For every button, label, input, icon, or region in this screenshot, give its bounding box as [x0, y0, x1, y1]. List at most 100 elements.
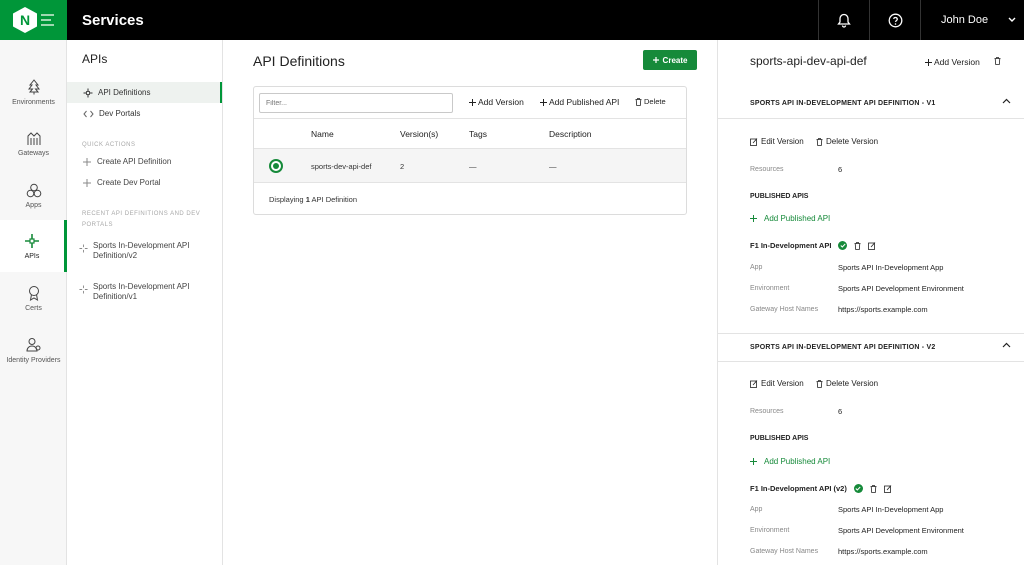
check-circle-icon — [853, 484, 863, 493]
app-label: App — [750, 506, 763, 513]
top-bar: N Services John Doe — [0, 0, 1024, 40]
quick-action-create-dev-portal[interactable]: Create Dev Portal — [83, 178, 161, 187]
rail-item-certs[interactable]: Certs — [0, 272, 67, 324]
nginx-logo-icon: N — [13, 7, 37, 33]
column-versions[interactable]: Version(s) — [400, 129, 438, 139]
cell-versions: 2 — [400, 162, 405, 171]
trash-icon — [816, 137, 823, 146]
help-button[interactable] — [869, 0, 920, 40]
gateway-host-label: Gateway Host Names — [750, 548, 819, 555]
edit-version-v2-button[interactable]: Edit Version — [750, 379, 804, 388]
recent-item-v1[interactable]: Sports In-Development API Definition/v1 — [79, 282, 190, 302]
recent-item-v2[interactable]: Sports In-Development API Definition/v2 — [79, 241, 190, 261]
app-label: App — [750, 264, 763, 271]
create-button[interactable]: Create — [643, 50, 697, 70]
apps-icon — [26, 183, 41, 198]
api-definitions-table: Add Version Add Published API Delete Nam… — [253, 86, 687, 215]
code-icon — [83, 110, 94, 117]
environment-label: Environment — [750, 285, 790, 292]
filter-input[interactable] — [259, 93, 453, 113]
gateway-icon — [27, 132, 40, 145]
resources-label: Resources — [750, 166, 784, 173]
section-title: APIs — [82, 52, 108, 66]
tree-icon — [27, 78, 40, 94]
row-select-radio[interactable] — [269, 159, 283, 173]
chevron-up-icon[interactable] — [1002, 98, 1011, 104]
api-icon — [79, 244, 88, 253]
cert-icon — [28, 285, 39, 301]
plus-icon — [469, 98, 476, 106]
version-section-header-v2[interactable]: SPORTS API IN-DEVELOPMENT API DEFINITION… — [718, 333, 1024, 362]
trash-icon — [816, 379, 823, 388]
edit-icon[interactable] — [883, 484, 892, 493]
published-api-v1: F1 In-Development API — [750, 241, 876, 250]
column-tags[interactable]: Tags — [469, 129, 487, 139]
table-header: Name Version(s) Tags Description — [254, 119, 686, 149]
identity-icon — [25, 337, 40, 351]
table-row[interactable]: sports-dev-api-def 2 — — — [254, 149, 686, 183]
rail-item-environments[interactable]: Environments — [0, 66, 67, 118]
quick-action-create-api-definition[interactable]: Create API Definition — [83, 157, 171, 166]
published-apis-label: PUBLISHED APIS — [750, 435, 809, 442]
detail-delete-button[interactable] — [994, 57, 1001, 65]
table-footer: Displaying 1 API Definition — [269, 195, 357, 204]
api-icon — [25, 233, 39, 248]
trash-icon[interactable] — [854, 241, 861, 250]
delete-version-v1-button[interactable]: Delete Version — [816, 137, 878, 146]
delete-version-v2-button[interactable]: Delete Version — [816, 379, 878, 388]
edit-icon[interactable] — [868, 241, 876, 250]
api-icon — [79, 285, 88, 294]
delete-button[interactable]: Delete — [635, 97, 666, 106]
environment-value: Sports API Development Environment — [838, 284, 964, 293]
rail-item-identity-providers[interactable]: Identity Providers — [0, 324, 67, 376]
rail-item-apis[interactable]: APIs — [0, 220, 67, 272]
detail-panel: sports-api-dev-api-def Add Version SPORT… — [717, 40, 1024, 565]
add-published-api-v1-link[interactable]: Add Published API — [750, 214, 830, 223]
cell-name: sports-dev-api-def — [311, 162, 372, 171]
page-title: API Definitions — [253, 53, 345, 69]
add-version-button[interactable]: Add Version — [469, 97, 524, 107]
user-name: John Doe — [941, 14, 989, 26]
chevron-up-icon[interactable] — [1002, 342, 1011, 348]
plus-icon — [750, 215, 757, 222]
column-description[interactable]: Description — [549, 129, 592, 139]
version-section-header-v1[interactable]: SPORTS API IN-DEVELOPMENT API DEFINITION… — [718, 90, 1024, 119]
plus-icon — [83, 178, 91, 187]
menu-lines-icon — [41, 14, 54, 26]
environment-label: Environment — [750, 527, 790, 534]
add-published-api-button[interactable]: Add Published API — [540, 97, 619, 107]
rail-item-apps[interactable]: Apps — [0, 170, 67, 222]
edit-icon — [750, 379, 758, 388]
detail-title: sports-api-dev-api-def — [750, 54, 867, 68]
brand-logo[interactable]: N — [0, 0, 67, 40]
gateway-host-value: https://sports.example.com — [838, 305, 928, 314]
main-content: API Definitions Create Add Version Add P… — [223, 40, 717, 565]
table-toolbar: Add Version Add Published API Delete — [254, 87, 686, 119]
help-icon — [888, 13, 902, 27]
check-circle-icon — [838, 241, 848, 250]
app-value: Sports API In-Development App — [838, 263, 944, 272]
plus-icon — [750, 458, 757, 465]
gateway-host-value: https://sports.example.com — [838, 547, 928, 556]
chevron-down-icon — [1008, 17, 1016, 22]
trash-icon[interactable] — [870, 484, 877, 493]
edit-version-v1-button[interactable]: Edit Version — [750, 137, 804, 146]
plus-icon — [83, 157, 91, 166]
resources-label: Resources — [750, 408, 784, 415]
nav-item-api-definitions[interactable]: API Definitions — [67, 82, 222, 103]
environment-value: Sports API Development Environment — [838, 526, 964, 535]
trash-icon — [994, 57, 1001, 65]
notifications-button[interactable] — [818, 0, 869, 40]
bell-icon — [837, 13, 851, 28]
gateway-host-label: Gateway Host Names — [750, 306, 819, 313]
rail-item-gateways[interactable]: Gateways — [0, 118, 67, 170]
detail-add-version-button[interactable]: Add Version — [925, 57, 980, 67]
plus-icon — [925, 58, 932, 66]
add-published-api-v2-link[interactable]: Add Published API — [750, 457, 830, 466]
cell-tags: — — [469, 162, 477, 171]
resources-value: 6 — [838, 407, 843, 416]
plus-icon — [540, 98, 547, 106]
nav-item-dev-portals[interactable]: Dev Portals — [67, 103, 222, 124]
user-menu[interactable]: John Doe — [920, 0, 1024, 40]
column-name[interactable]: Name — [311, 129, 334, 139]
